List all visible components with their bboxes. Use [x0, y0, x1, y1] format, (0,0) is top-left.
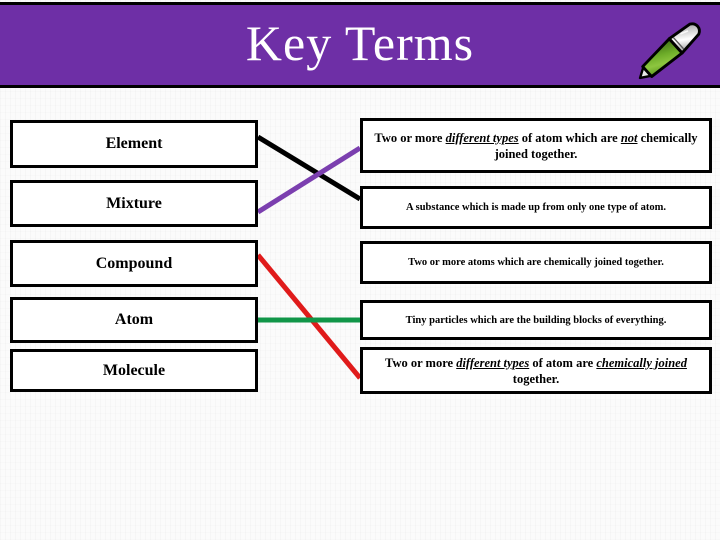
- term-label: Atom: [114, 311, 154, 328]
- term-label: Molecule: [102, 361, 166, 379]
- definition-box-tiny-particles[interactable]: Tiny particles which are the building bl…: [360, 300, 712, 340]
- definition-text: A substance which is made up from only o…: [406, 202, 666, 213]
- term-label: Compound: [95, 254, 173, 272]
- definition-box-different-types-joined[interactable]: Two or more different types of atom are …: [360, 347, 712, 394]
- definition-text: Two or more atoms which are chemically j…: [408, 257, 664, 268]
- term-box-mixture[interactable]: Mixture: [10, 180, 258, 227]
- definition-box-one-type-of-atom[interactable]: A substance which is made up from only o…: [360, 186, 712, 229]
- term-label: Mixture: [106, 194, 162, 212]
- term-box-element[interactable]: Element: [10, 120, 258, 168]
- term-box-compound[interactable]: Compound: [10, 240, 258, 287]
- slide-root: Key Terms Element Mixture Compound Atom …: [0, 0, 720, 540]
- connector-element-to-one-type-of-atom: [256, 134, 362, 202]
- connector-mixture-to-different-types-not-joined: [256, 145, 362, 215]
- term-box-atom[interactable]: Atom: [10, 297, 258, 343]
- definition-text: Two or more different types of atom whic…: [374, 130, 698, 161]
- header-banner: Key Terms: [0, 2, 720, 88]
- definition-text: Two or more different types of atom are …: [385, 355, 687, 386]
- green-pen-icon: [638, 22, 701, 80]
- connector-compound-to-different-types-joined: [256, 253, 362, 380]
- term-label: Element: [105, 135, 163, 152]
- definition-text: Tiny particles which are the building bl…: [405, 314, 667, 326]
- term-box-molecule[interactable]: Molecule: [10, 349, 258, 392]
- definition-box-different-types-not-joined[interactable]: Two or more different types of atom whic…: [360, 118, 712, 173]
- definition-box-atoms-chemically-joined[interactable]: Two or more atoms which are chemically j…: [360, 241, 712, 284]
- page-title: Key Terms: [245, 15, 475, 71]
